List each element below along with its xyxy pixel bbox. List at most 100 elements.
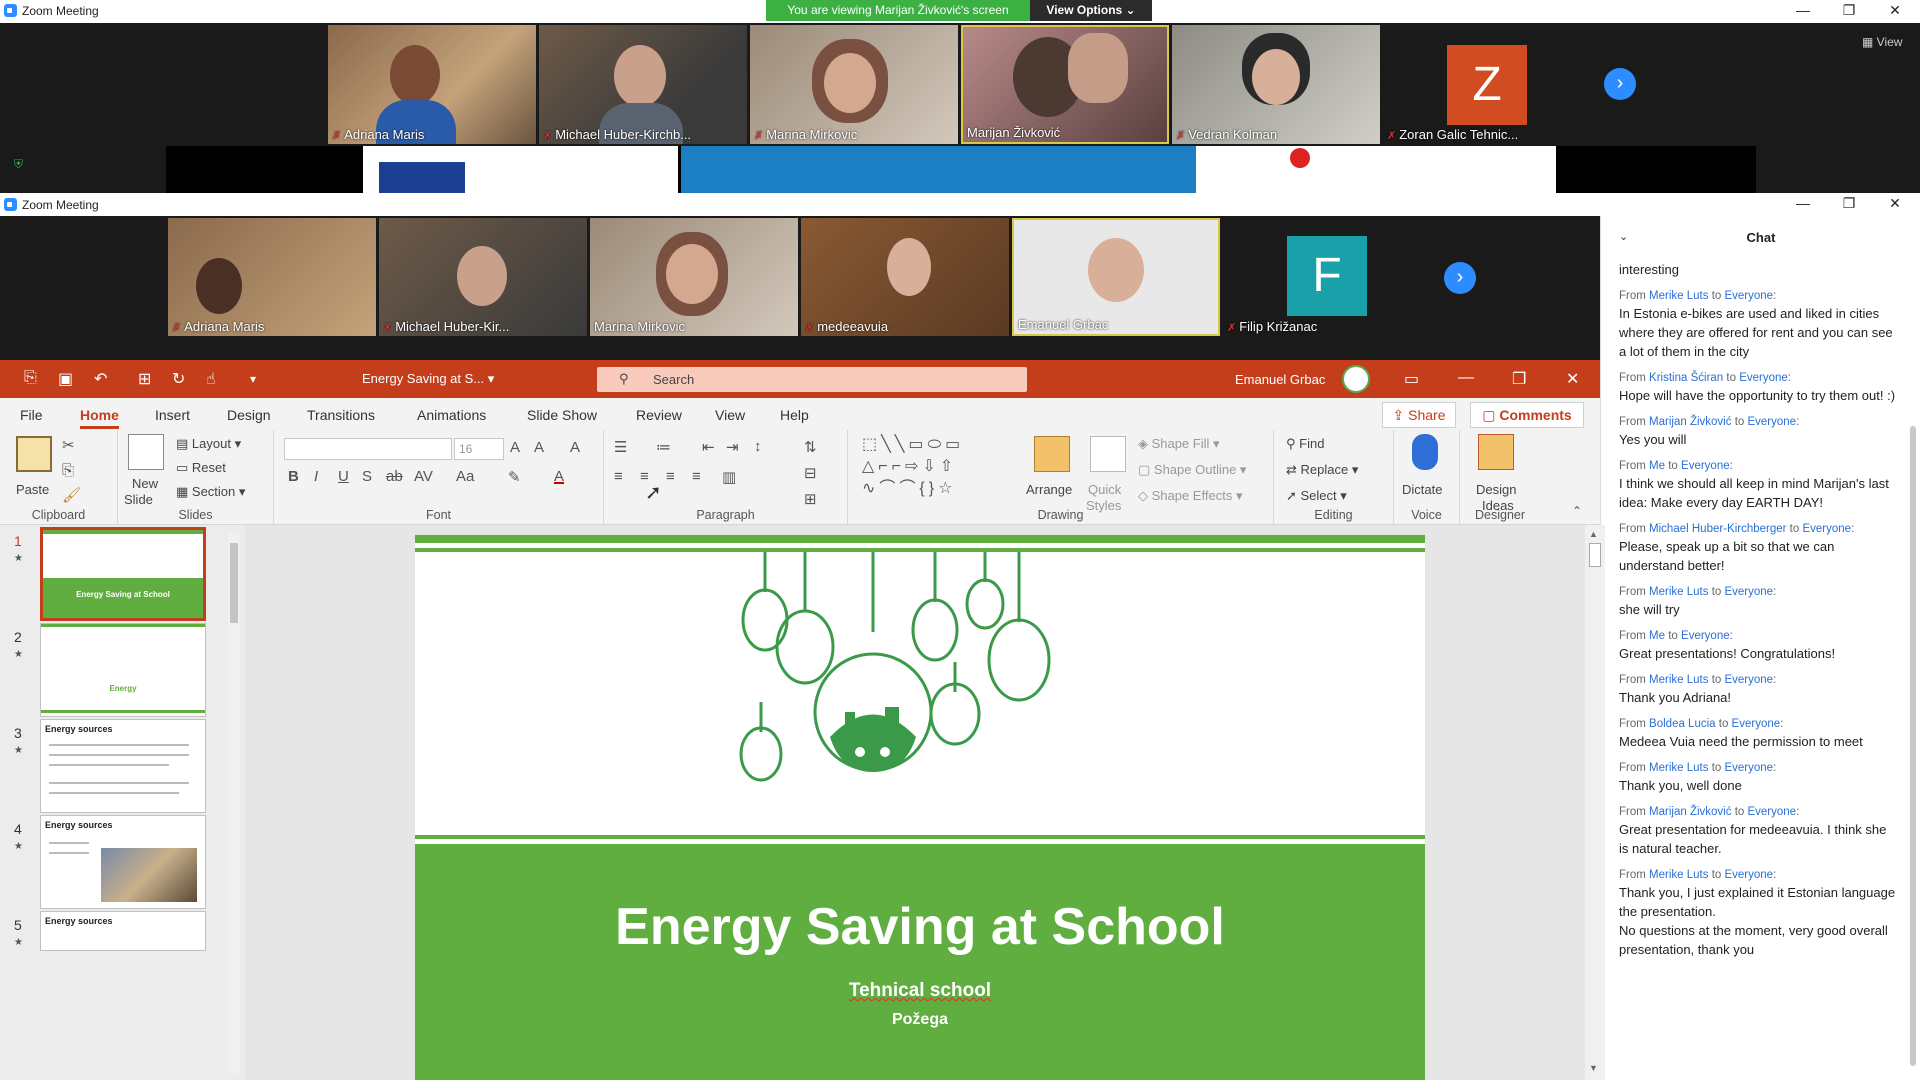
smartart-icon[interactable]: ⊞ <box>804 490 817 508</box>
video-tile[interactable]: Z ✗ Zoran Galic Tehnic... <box>1383 25 1591 144</box>
share-button[interactable]: ⇪ Share <box>1382 402 1456 428</box>
restore-icon[interactable]: ❐ <box>1512 369 1526 389</box>
close-icon[interactable]: ✕ <box>1872 193 1918 216</box>
tab-file[interactable]: File <box>20 407 43 423</box>
save-icon[interactable]: ▣ <box>58 369 73 389</box>
highlight-icon[interactable]: ✎ <box>508 468 521 486</box>
arrange-icon[interactable] <box>1034 436 1070 472</box>
recipient-name[interactable]: Everyone <box>1739 372 1788 384</box>
video-tile[interactable]: ✗ Adriana Maris <box>328 25 536 144</box>
paste-icon[interactable] <box>16 436 52 472</box>
tab-help[interactable]: Help <box>780 407 809 423</box>
columns-icon[interactable]: ▥ <box>722 468 736 486</box>
arrange-button[interactable]: Arrange <box>1026 482 1072 497</box>
sender-name[interactable]: Marijan Živković <box>1649 416 1731 428</box>
sender-name[interactable]: Merike Luts <box>1649 762 1708 774</box>
recipient-name[interactable]: Everyone <box>1802 523 1851 535</box>
replace-button[interactable]: ⇄ Replace ▾ <box>1286 462 1358 478</box>
video-tile[interactable]: ✗ medeeavuia <box>801 218 1009 336</box>
thumbnail-scrollbar[interactable] <box>228 533 240 1073</box>
new-slide-button[interactable]: New <box>132 476 158 491</box>
recipient-name[interactable]: Everyone <box>1724 290 1773 302</box>
strikethrough-icon[interactable]: ab <box>386 468 403 485</box>
align-left-icon[interactable]: ≡ <box>614 468 623 485</box>
font-color-icon[interactable]: A <box>554 468 564 485</box>
tab-slide-show[interactable]: Slide Show <box>527 407 597 423</box>
design-ideas-button[interactable]: Design <box>1476 482 1516 497</box>
recipient-name[interactable]: Everyone <box>1732 718 1781 730</box>
sender-name[interactable]: Marijan Živković <box>1649 806 1731 818</box>
minimize-icon[interactable]: — <box>1458 369 1474 387</box>
recipient-name[interactable]: Everyone <box>1724 586 1773 598</box>
video-tile-active-speaker[interactable]: Emanuel Grbac <box>1012 218 1220 336</box>
quick-styles-button[interactable]: Quick <box>1088 482 1121 497</box>
tab-view[interactable]: View <box>715 407 745 423</box>
sender-name[interactable]: Michael Huber-Kirchberger <box>1649 523 1786 535</box>
grow-font-icon[interactable]: A <box>510 439 520 456</box>
numbering-icon[interactable]: ≔ <box>656 438 671 456</box>
shape-fill-button[interactable]: ◈ Shape Fill ▾ <box>1138 436 1220 452</box>
select-button[interactable]: ➚ Select ▾ <box>1286 488 1347 504</box>
character-spacing-icon[interactable]: AV <box>414 468 433 485</box>
slide-thumbnail-3[interactable]: Energy sources <box>40 719 206 813</box>
reset-button[interactable]: ▭ Reset <box>176 460 226 476</box>
sender-name[interactable]: Merike Luts <box>1649 674 1708 686</box>
dictate-button[interactable]: Dictate <box>1402 482 1442 497</box>
tab-review[interactable]: Review <box>636 407 682 423</box>
align-text-icon[interactable]: ⊟ <box>804 464 817 482</box>
slide-scrollbar[interactable]: ▲ ▼ <box>1585 525 1605 1080</box>
scroll-thumb[interactable] <box>1589 543 1601 567</box>
design-ideas-icon[interactable] <box>1478 434 1514 470</box>
copy-icon[interactable]: ⎘ <box>62 462 74 479</box>
recipient-name[interactable]: Everyone <box>1724 674 1773 686</box>
sender-name[interactable]: Me <box>1649 460 1665 472</box>
video-tile[interactable]: ✗ Michael Huber-Kir... <box>379 218 587 336</box>
minimize-icon[interactable]: — <box>1780 0 1826 23</box>
undo-icon[interactable]: ↶ <box>94 369 107 389</box>
slide-thumbnail-4[interactable]: Energy sources <box>40 815 206 909</box>
shape-effects-button[interactable]: ◇ Shape Effects ▾ <box>1138 488 1242 504</box>
chat-scrollbar[interactable] <box>1910 426 1916 1066</box>
slide-thumbnail-1[interactable]: Energy Saving at School <box>40 527 206 621</box>
font-size-input[interactable]: 16 <box>454 438 504 460</box>
recipient-name[interactable]: Everyone <box>1681 630 1730 642</box>
video-tile[interactable]: ✗ Vedran Kolman <box>1172 25 1380 144</box>
view-options-button[interactable]: View Options ⌄ <box>1030 0 1152 21</box>
sender-name[interactable]: Merike Luts <box>1649 869 1708 881</box>
slide-title[interactable]: Energy Saving at School <box>415 897 1425 957</box>
collapse-ribbon-icon[interactable]: ⌃ <box>1572 504 1582 518</box>
format-painter-icon[interactable]: 🖌 <box>62 486 81 504</box>
avatar[interactable] <box>1342 365 1370 393</box>
present-icon[interactable]: ⊞ <box>138 369 151 389</box>
change-case-icon[interactable]: Aa <box>456 468 474 485</box>
tab-home[interactable]: Home <box>80 407 119 429</box>
comments-button[interactable]: ▢ Comments <box>1470 402 1584 428</box>
redo-icon[interactable]: ↻ <box>172 369 185 389</box>
video-tile-active-speaker[interactable]: Marijan Živković <box>961 25 1169 144</box>
ribbon-display-options-icon[interactable]: ▭ <box>1404 369 1419 389</box>
cut-icon[interactable]: ✂ <box>62 436 75 454</box>
justify-icon[interactable]: ≡ <box>692 468 701 485</box>
shapes-gallery[interactable]: ⬚╲╲▭⬭▭ △⌐⌐⇨⇩⇧ ∿⌒⌒{}☆ <box>862 434 1012 502</box>
next-page-arrow-icon[interactable]: › <box>1444 262 1476 294</box>
shape-outline-button[interactable]: ▢ Shape Outline ▾ <box>1138 462 1246 478</box>
recipient-name[interactable]: Everyone <box>1681 460 1730 472</box>
close-icon[interactable]: ✕ <box>1872 0 1918 23</box>
restore-icon[interactable]: ❐ <box>1826 193 1872 216</box>
video-tile[interactable]: ✗ Michael Huber-Kirchb... <box>539 25 747 144</box>
sender-name[interactable]: Merike Luts <box>1649 290 1708 302</box>
decrease-indent-icon[interactable]: ⇤ <box>702 438 715 456</box>
tab-design[interactable]: Design <box>227 407 271 423</box>
slide-thumbnail-2[interactable]: Energy <box>40 623 206 717</box>
sender-name[interactable]: Merike Luts <box>1649 586 1708 598</box>
slide-location[interactable]: Požega <box>415 1011 1425 1029</box>
restore-icon[interactable]: ❐ <box>1826 0 1872 23</box>
touch-mode-icon[interactable]: ☝ <box>206 369 216 389</box>
user-name[interactable]: Emanuel Grbac <box>1235 372 1325 387</box>
microphone-icon[interactable] <box>1412 434 1438 470</box>
underline-icon[interactable]: U <box>338 468 349 485</box>
recipient-name[interactable]: Everyone <box>1747 416 1796 428</box>
bullets-icon[interactable]: ☰ <box>614 438 627 456</box>
increase-indent-icon[interactable]: ⇥ <box>726 438 739 456</box>
video-tile[interactable]: ✗ Marina Mirkovic <box>750 25 958 144</box>
